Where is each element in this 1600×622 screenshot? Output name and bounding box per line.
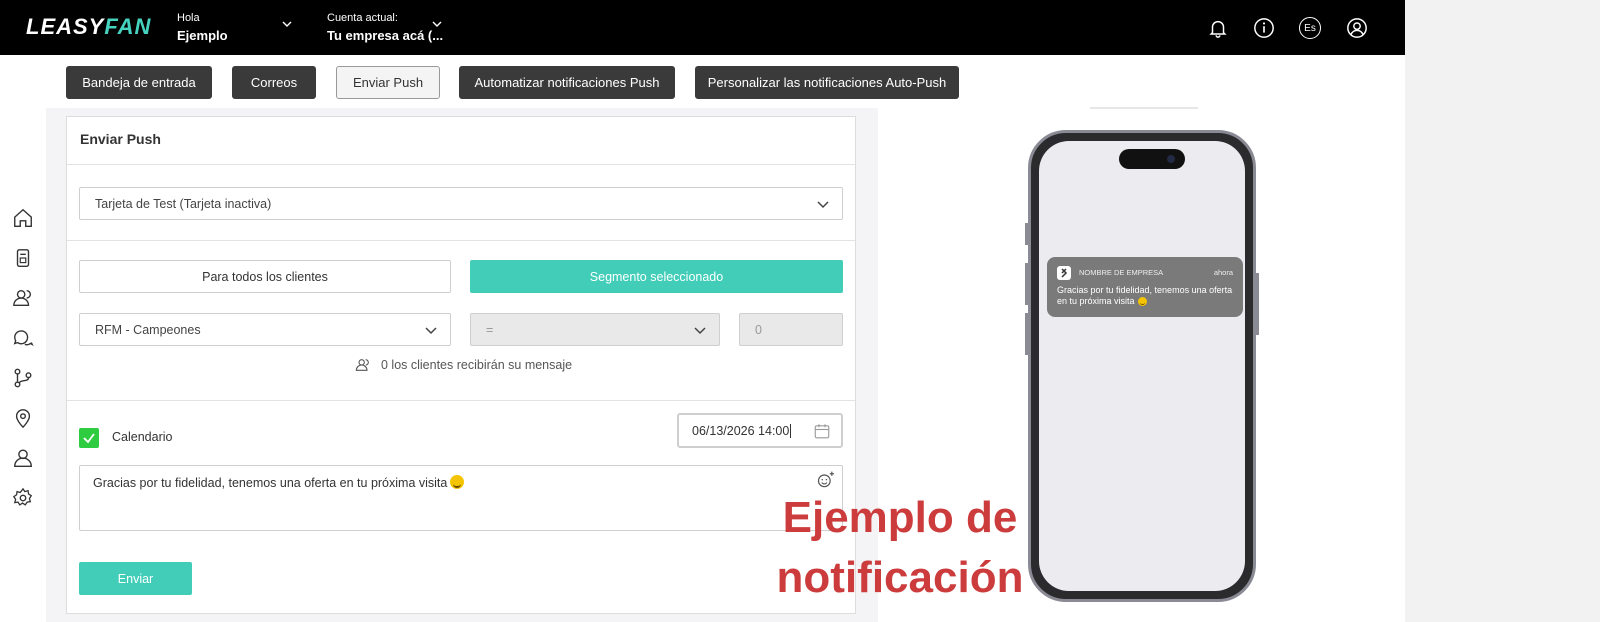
dynamic-island (1119, 149, 1185, 169)
calendar-checkbox[interactable] (79, 428, 99, 448)
example-title-line1: Ejemplo de (782, 493, 1018, 542)
check-icon (83, 433, 95, 444)
example-title-line2: notificación (776, 553, 1024, 602)
value-input-value: 0 (755, 322, 762, 337)
user-greeting[interactable]: Hola Ejemplo (177, 12, 228, 43)
value-input[interactable]: 0 (739, 313, 843, 346)
phone-preview: NOMBRE DE EMPRESA ahora Gracias por tu f… (1025, 130, 1259, 602)
phone-button (1025, 263, 1028, 305)
clients-icon[interactable] (12, 287, 34, 309)
operator-select[interactable]: = (470, 313, 720, 346)
message-textarea[interactable]: Gracias por tu fidelidad, tenemos una of… (79, 465, 843, 531)
divider (67, 164, 855, 165)
phone-screen: NOMBRE DE EMPRESA ahora Gracias por tu f… (1039, 141, 1245, 591)
leasyfan-app-icon (1061, 268, 1068, 278)
smiley-emoji-icon (1137, 297, 1147, 306)
person-icon[interactable] (12, 447, 34, 469)
greeting-label: Hola (177, 12, 200, 24)
user-menu-chevron-icon[interactable] (282, 20, 292, 28)
divider (67, 240, 855, 241)
clients-icon (355, 359, 369, 371)
flow-icon[interactable] (12, 367, 34, 389)
account-name: Tu empresa acá (... (327, 28, 444, 43)
account-selector[interactable]: Cuenta actual: Tu empresa acá (... (327, 12, 443, 43)
calendar-label: Calendario (112, 430, 173, 444)
right-gutter (1405, 0, 1600, 622)
account-label: Cuenta actual: (327, 12, 398, 24)
smiley-emoji-icon (450, 475, 465, 489)
recipients-info: 0 los clientes recibirán su mensaje (355, 357, 572, 373)
user-name: Ejemplo (177, 28, 228, 43)
divider (67, 400, 855, 401)
account-chevron-icon[interactable] (432, 20, 442, 28)
chevron-down-icon (694, 327, 706, 335)
top-bar: LEASYFAN Hola Ejemplo Cuenta actual: Tu … (0, 0, 1405, 55)
tab-emails[interactable]: Correos (232, 66, 316, 99)
notification-company: NOMBRE DE EMPRESA (1079, 268, 1164, 277)
tab-inbox[interactable]: Bandeja de entrada (66, 66, 212, 99)
info-icon[interactable] (1253, 17, 1275, 39)
location-icon[interactable] (12, 407, 34, 429)
operator-select-value: = (486, 322, 494, 337)
tab-automate-push[interactable]: Automatizar notificaciones Push (459, 66, 675, 99)
recipients-text: 0 los clientes recibirán su mensaje (381, 358, 573, 372)
divider (1090, 107, 1198, 109)
segment-button[interactable]: Segmento seleccionado (470, 260, 843, 293)
send-push-card: Enviar Push Tarjeta de Test (Tarjeta ina… (66, 116, 856, 614)
notification-message: Gracias por tu fidelidad, tenemos una of… (1057, 285, 1233, 306)
example-title: Ejemplo de notificación (770, 488, 1030, 608)
chat-icon[interactable] (12, 327, 34, 349)
emoji-picker-icon[interactable] (816, 470, 836, 490)
bell-icon[interactable] (1207, 17, 1229, 39)
card-title: Enviar Push (80, 131, 161, 147)
chevron-down-icon (817, 201, 829, 209)
card-icon[interactable] (12, 247, 34, 269)
card-select-value: Tarjeta de Test (Tarjeta inactiva) (95, 196, 272, 211)
app-logo[interactable]: LEASYFAN (26, 14, 151, 40)
message-text: Gracias por tu fidelidad, tenemos una of… (93, 476, 448, 490)
segment-select[interactable]: RFM - Campeones (79, 313, 451, 346)
tab-send-push[interactable]: Enviar Push (336, 66, 440, 99)
home-icon[interactable] (12, 207, 34, 229)
calendar-icon[interactable] (813, 422, 831, 440)
date-value: 06/13/2026 14:00 (692, 423, 790, 438)
user-icon[interactable] (1346, 17, 1368, 39)
segment-select-value: RFM - Campeones (95, 322, 201, 337)
settings-icon[interactable] (12, 487, 34, 509)
tab-customize-auto-push[interactable]: Personalizar las notificaciones Auto-Pus… (695, 66, 959, 99)
send-button[interactable]: Enviar (79, 562, 192, 595)
language-icon[interactable]: Es (1299, 17, 1321, 39)
chevron-down-icon (425, 327, 437, 335)
phone-button (1025, 313, 1028, 355)
app-icon (1057, 266, 1071, 280)
phone-button (1025, 223, 1028, 245)
all-clients-button[interactable]: Para todos los clientes (79, 260, 451, 293)
schedule-date-input[interactable]: 06/13/2026 14:00 (677, 413, 843, 448)
notification-time: ahora (1213, 268, 1233, 277)
card-select[interactable]: Tarjeta de Test (Tarjeta inactiva) (79, 187, 843, 220)
push-notification-preview: NOMBRE DE EMPRESA ahora Gracias por tu f… (1047, 257, 1243, 317)
phone-button (1256, 273, 1259, 335)
